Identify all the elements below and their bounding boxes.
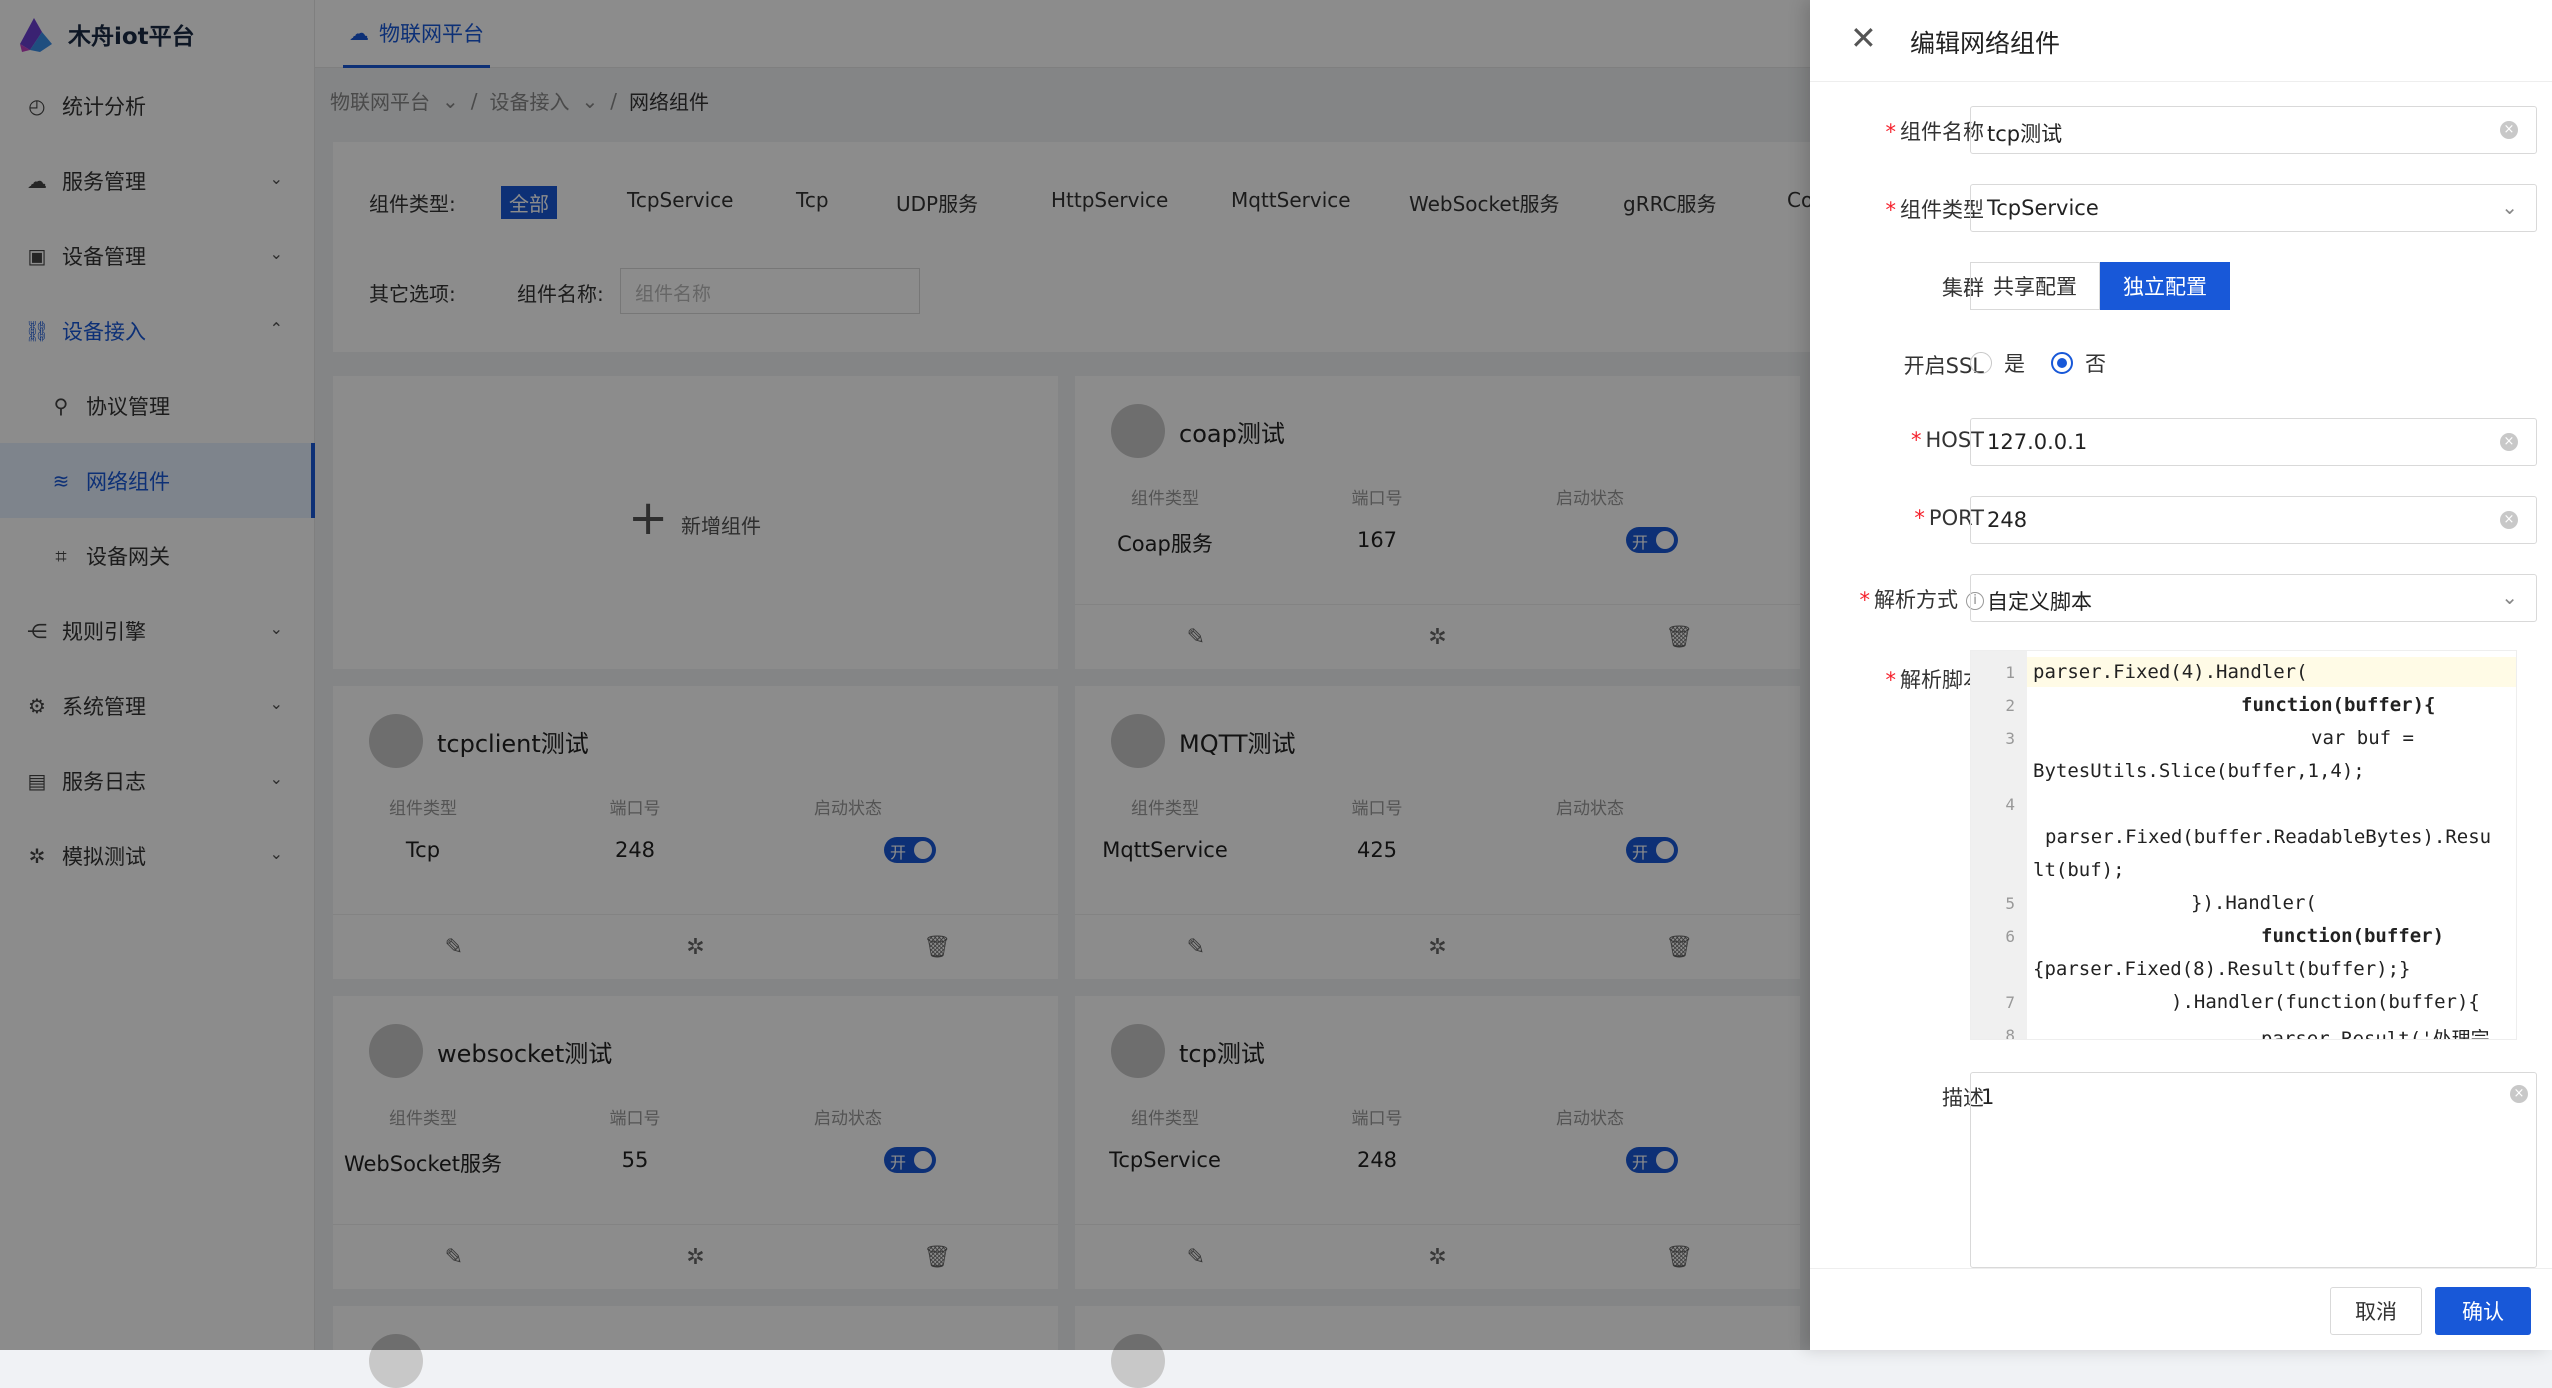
edit-component-drawer: ✕ 编辑网络组件 * 组件名称 tcp测试 × * 组件类型 TcpService … [1810,0,2552,1350]
name-field-value: tcp测试 [1987,122,2063,146]
drawer-footer: 取消 确认 [1810,1268,2552,1350]
ssl-radio-group: 是 否 [1970,348,2106,378]
code-line: parser.Result('处理完 [2261,1028,2490,1040]
clear-icon[interactable]: × [2500,121,2518,139]
line-number: 7 [2005,993,2015,1012]
script-editor[interactable]: 1 2 3 4 5 6 7 8 parser.Fixed(4).Handler(… [1970,650,2517,1040]
host-field-value: 127.0.0.1 [1987,430,2088,454]
code-line: function(buffer){ [2241,694,2436,716]
code-line: ).Handler(function(buffer){ [2171,991,2480,1013]
description-value: 1 [1981,1085,1995,1109]
drawer-header: ✕ 编辑网络组件 [1810,0,2552,82]
line-number: 4 [2005,795,2015,814]
code-line: }).Handler( [2191,892,2317,914]
ssl-no-label: 否 [2085,352,2106,376]
code-line: lt(buf); [2033,859,2125,881]
line-number: 1 [2005,663,2015,682]
code-line: BytesUtils.Slice(buffer,1,4); [2033,760,2365,782]
ssl-no-radio[interactable] [2051,352,2073,374]
parse-mode-value: 自定义脚本 [1987,590,2092,614]
line-number: 3 [2005,729,2015,748]
drawer-title: 编辑网络组件 [1910,29,2061,58]
cluster-independent-option[interactable]: 独立配置 [2100,262,2230,310]
line-number: 8 [2005,1026,2015,1040]
parse-mode-label: * 解析方式 i [1860,584,1984,614]
clear-icon[interactable]: × [2500,433,2518,451]
ssl-yes-radio[interactable] [1970,352,1992,374]
confirm-button[interactable]: 确认 [2435,1287,2531,1335]
host-field[interactable]: 127.0.0.1 × [1970,418,2537,466]
chevron-down-icon: ⌄ [2501,195,2518,219]
code-line: parser.Fixed(4).Handler( [2033,661,2308,683]
port-field-value: 248 [1987,508,2028,532]
code-line: var buf = [2311,727,2414,749]
cluster-segmented: 共享配置 独立配置 [1970,262,2230,310]
type-select[interactable]: TcpService ⌄ [1970,184,2537,232]
line-number: 6 [2005,927,2015,946]
description-textarea[interactable]: 1 × [1970,1072,2537,1268]
cancel-button[interactable]: 取消 [2330,1287,2422,1335]
parse-mode-select[interactable]: 自定义脚本 ⌄ [1970,574,2537,622]
code-line: parser.Fixed(buffer.ReadableBytes).Resu [2045,826,2492,848]
chevron-down-icon: ⌄ [2501,585,2518,609]
name-field[interactable]: tcp测试 × [1970,106,2537,154]
type-select-value: TcpService [1987,196,2099,220]
line-number: 2 [2005,696,2015,715]
modal-mask[interactable] [0,0,1810,1350]
cluster-shared-option[interactable]: 共享配置 [1970,262,2100,310]
code-line: function(buffer) [2261,925,2445,947]
port-field[interactable]: 248 × [1970,496,2537,544]
close-icon[interactable]: ✕ [1850,22,1877,54]
line-number: 5 [2005,894,2015,913]
ssl-yes-label: 是 [2004,352,2025,376]
clear-icon[interactable]: × [2510,1085,2528,1103]
clear-icon[interactable]: × [2500,511,2518,529]
code-line: {parser.Fixed(8).Result(buffer);} [2033,958,2411,980]
